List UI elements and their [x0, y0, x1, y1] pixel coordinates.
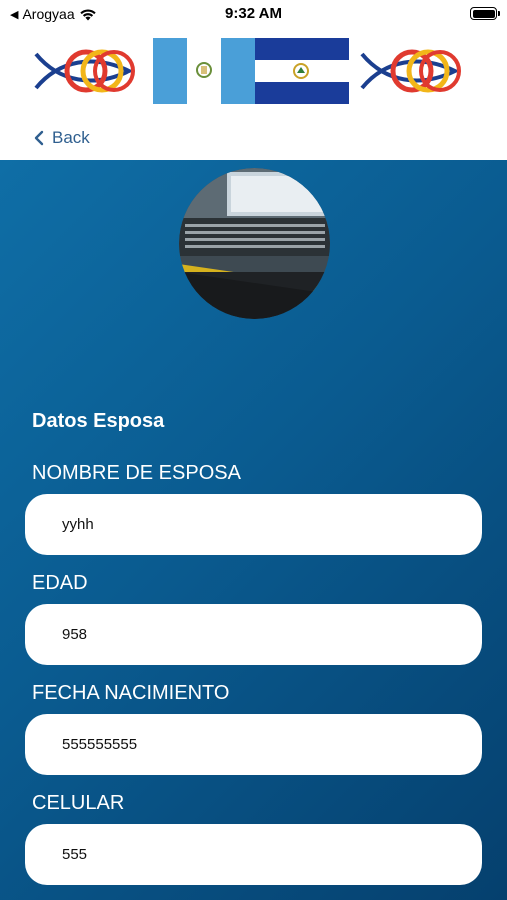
back-button[interactable]: Back	[34, 128, 90, 148]
nav-bar: Back	[0, 112, 507, 160]
celular-input[interactable]	[25, 824, 482, 885]
header-banner	[0, 30, 507, 112]
battery-icon	[470, 7, 500, 20]
el-salvador-emblem-icon	[293, 63, 309, 79]
guatemala-emblem-icon	[196, 62, 212, 78]
back-label: Back	[52, 128, 90, 147]
label-nombre-esposa: NOMBRE DE ESPOSA	[32, 462, 241, 484]
status-bar: ◀ Arogyaa 9:32 AM	[0, 0, 507, 28]
nombre-esposa-input[interactable]	[25, 494, 482, 555]
el-salvador-flag	[221, 38, 349, 104]
label-edad: EDAD	[32, 572, 88, 594]
section-title: Datos Esposa	[32, 410, 165, 432]
status-time: 9:32 AM	[225, 5, 282, 22]
form-panel: Datos Esposa NOMBRE DE ESPOSA EDAD FECHA…	[0, 160, 507, 900]
profile-photo[interactable]	[179, 168, 330, 319]
label-celular: CELULAR	[32, 792, 125, 814]
fecha-nacimiento-input[interactable]	[25, 714, 482, 775]
rings-fish-logo-left	[34, 49, 135, 93]
chevron-left-icon	[34, 130, 44, 146]
rings-fish-logo-right	[360, 49, 461, 93]
label-fecha-nacimiento: FECHA NACIMIENTO	[32, 682, 230, 704]
edad-input[interactable]	[25, 604, 482, 665]
